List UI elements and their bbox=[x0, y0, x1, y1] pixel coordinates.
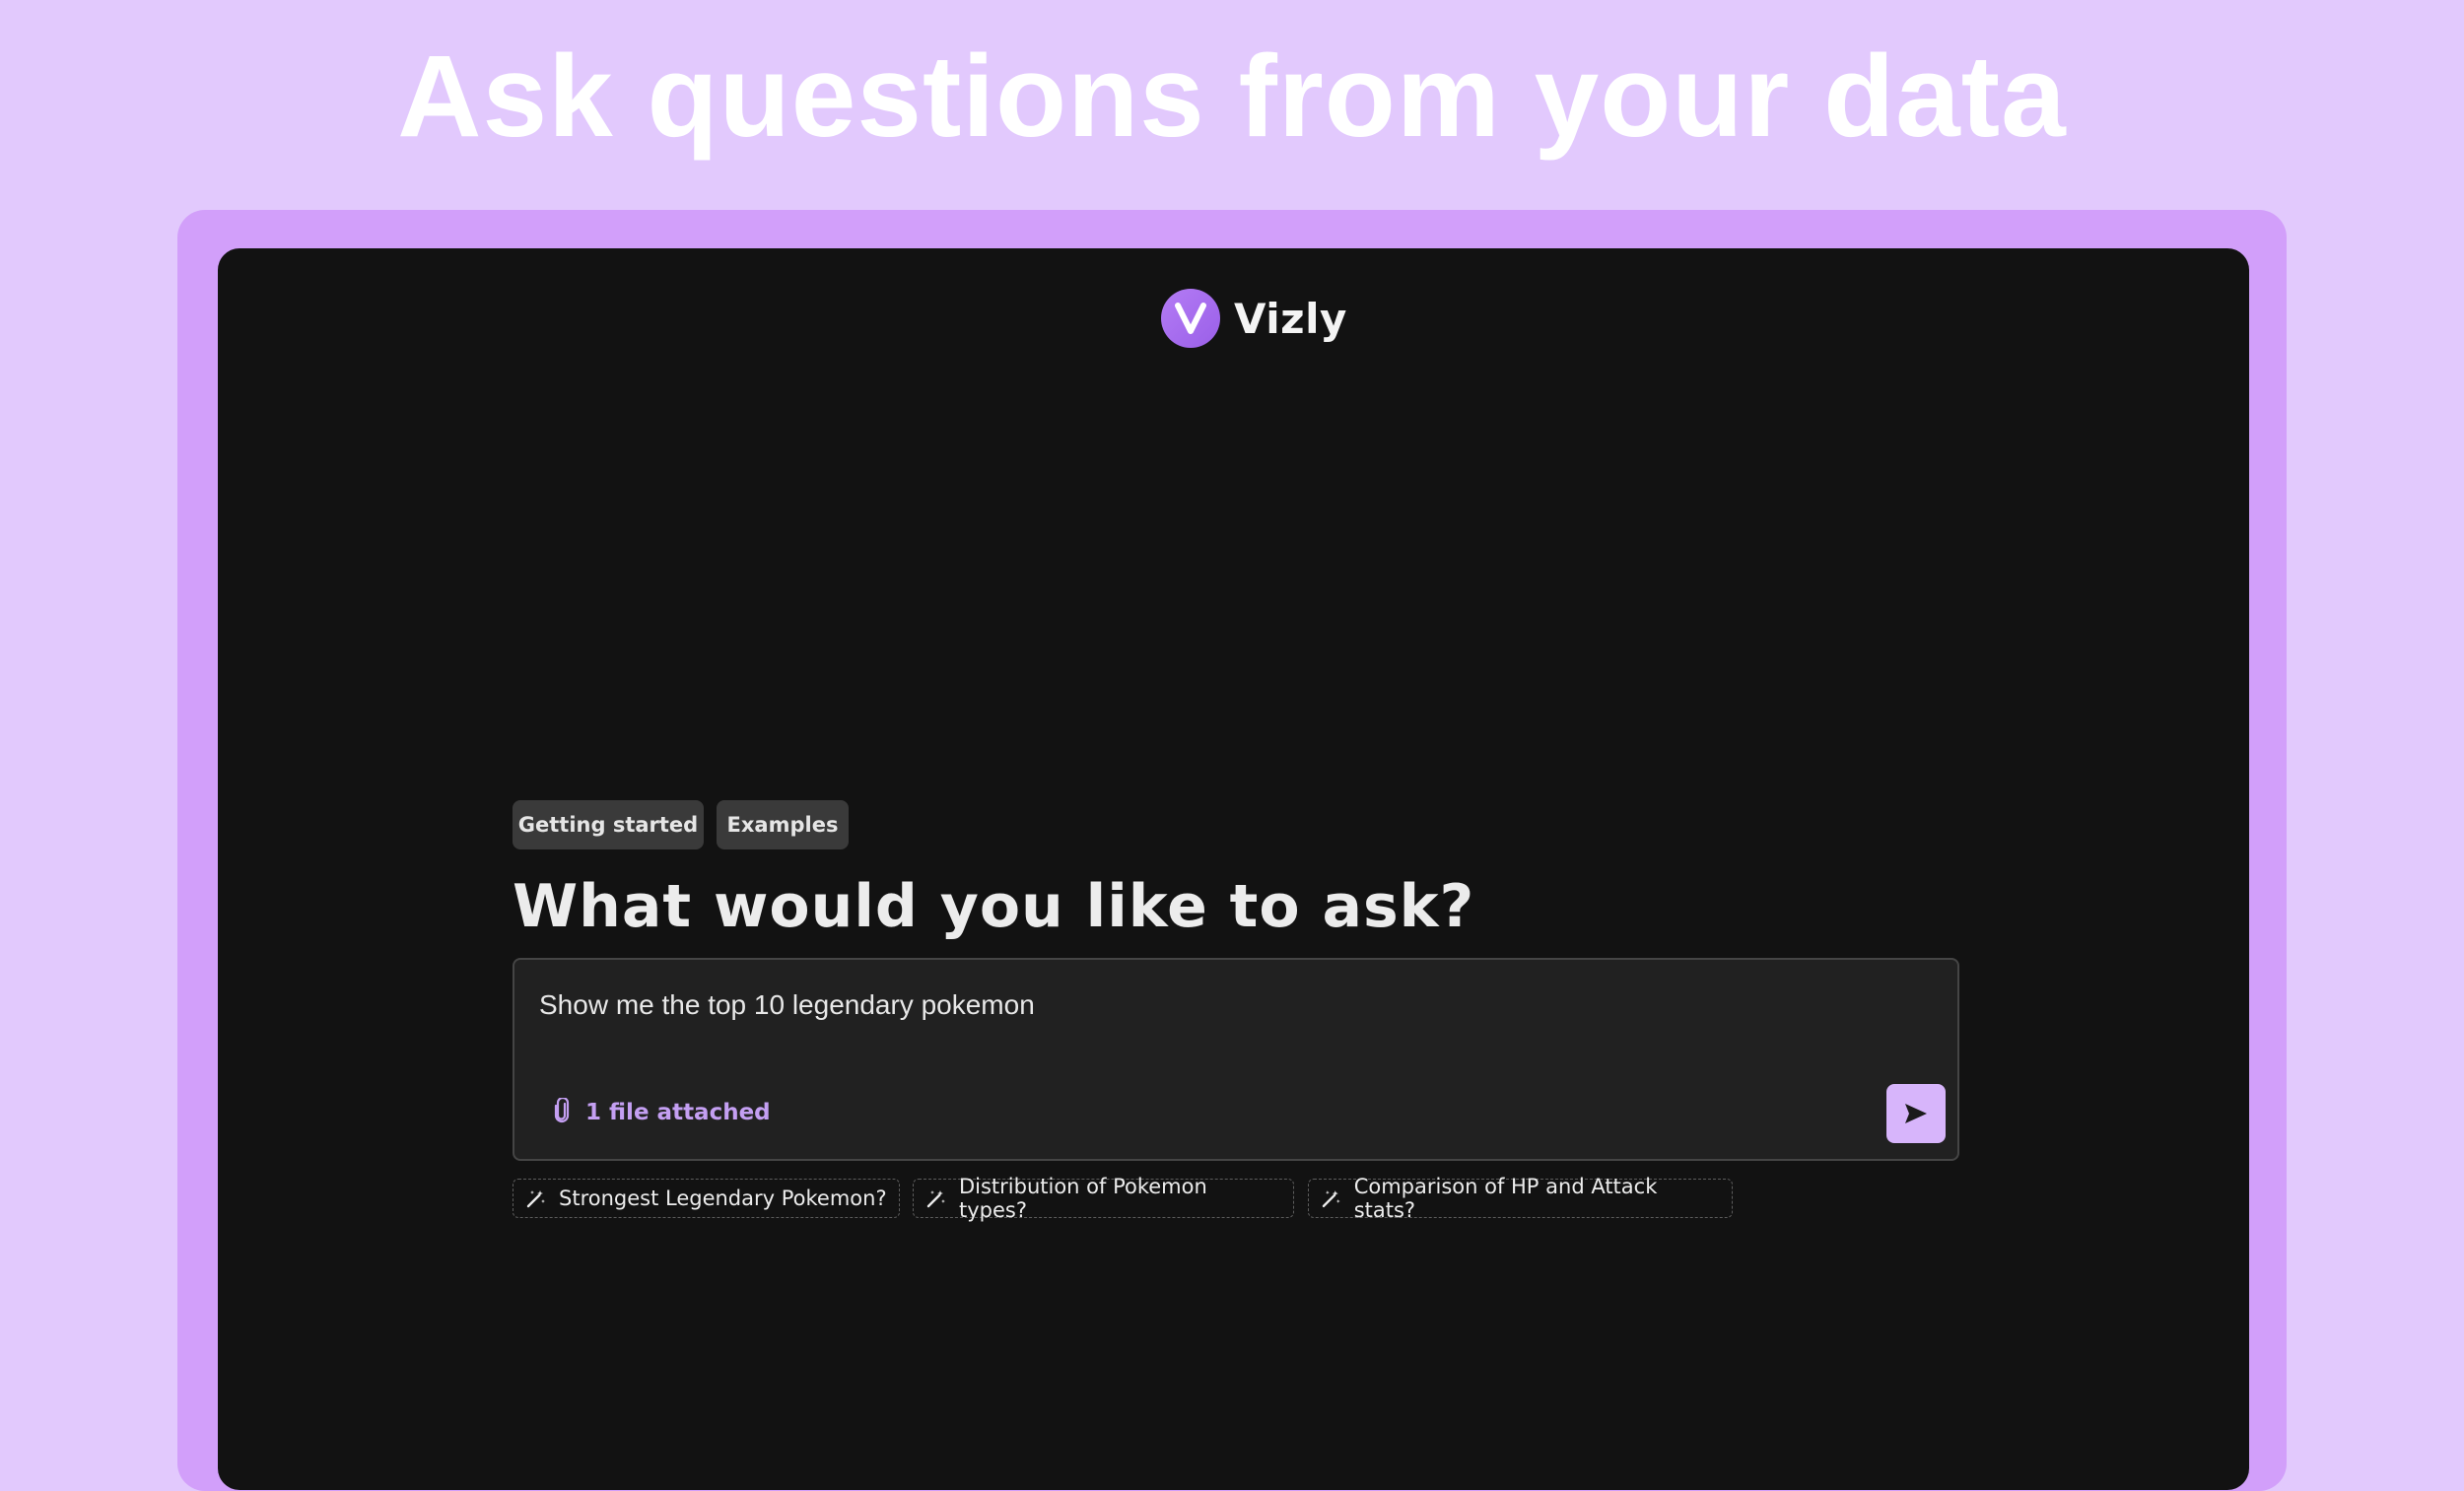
suggestion-chip[interactable]: Strongest Legendary Pokemon? bbox=[513, 1179, 900, 1218]
vizly-logo bbox=[1161, 289, 1220, 348]
logo-v-mark bbox=[1175, 303, 1206, 334]
suggestion-chip[interactable]: Comparison of HP and Attack stats? bbox=[1308, 1175, 1733, 1222]
page-title: What would you like to ask? bbox=[513, 872, 1475, 941]
hero-title: Ask questions from your data bbox=[397, 32, 2067, 162]
suggestion-label: Comparison of HP and Attack stats? bbox=[1353, 1175, 1658, 1222]
attachment-label: 1 file attached bbox=[585, 1100, 771, 1125]
paperclip-icon bbox=[552, 1096, 572, 1127]
suggestion-label: Strongest Legendary Pokemon? bbox=[559, 1186, 887, 1210]
tab-getting-started[interactable]: Getting started bbox=[513, 800, 704, 849]
send-button[interactable] bbox=[1886, 1084, 1946, 1143]
suggestion-label: Distribution of Pokemon types? bbox=[958, 1175, 1207, 1222]
suggestion-chip[interactable]: Distribution of Pokemon types? bbox=[913, 1175, 1294, 1222]
send-icon bbox=[1905, 1104, 1927, 1123]
magic-wand-icon bbox=[526, 1190, 545, 1208]
question-input-value[interactable]: Show me the top 10 legendary pokemon bbox=[539, 989, 1035, 1021]
magic-wand-icon bbox=[1322, 1190, 1340, 1208]
question-input[interactable]: Show me the top 10 legendary pokemon 1 f… bbox=[513, 958, 1959, 1161]
brand-name: Vizly bbox=[1234, 294, 1347, 343]
file-attachment-indicator[interactable]: 1 file attached bbox=[552, 1096, 771, 1127]
magic-wand-icon bbox=[926, 1190, 945, 1208]
tab-examples[interactable]: Examples bbox=[717, 800, 849, 849]
brand-header: Vizly bbox=[1161, 288, 1347, 349]
